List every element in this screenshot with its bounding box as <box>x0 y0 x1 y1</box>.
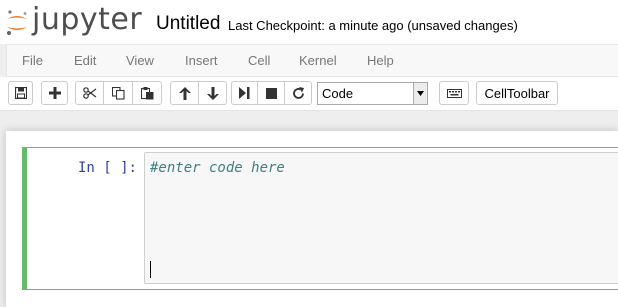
keyboard-icon <box>446 88 462 98</box>
menu-kernel[interactable]: Kernel <box>299 53 337 68</box>
save-icon <box>14 87 27 99</box>
cell-type-select[interactable]: Code <box>317 82 428 105</box>
arrow-down-icon <box>206 86 219 100</box>
refresh-icon <box>292 86 304 99</box>
menu-edit[interactable]: Edit <box>74 53 96 68</box>
code-cell[interactable]: In [ ]: #enter code here <box>22 147 618 290</box>
text-cursor <box>150 261 151 278</box>
menu-cell[interactable]: Cell <box>248 53 270 68</box>
copy-button[interactable] <box>103 81 133 105</box>
step-forward-icon <box>239 87 250 99</box>
header: jupyter Untitled Last Checkpoint: a minu… <box>0 0 618 44</box>
checkpoint-status: Last Checkpoint: a minute ago (unsaved c… <box>228 18 518 33</box>
chevron-down-icon <box>413 83 427 104</box>
stop-icon <box>265 87 277 99</box>
move-up-button[interactable] <box>170 81 199 105</box>
code-line: #enter code here <box>150 160 285 176</box>
cut-icon <box>82 87 96 99</box>
notebook-title[interactable]: Untitled <box>156 13 220 35</box>
menu-insert[interactable]: Insert <box>185 53 218 68</box>
input-prompt: In [ ]: <box>77 160 137 176</box>
jupyter-logo-icon <box>7 10 27 35</box>
menu-view[interactable]: View <box>126 53 154 68</box>
logo-text: jupyter <box>32 2 143 37</box>
toolbar: Code CellToolbar <box>0 77 618 111</box>
cell-type-value: Code <box>322 86 354 101</box>
paste-icon <box>140 86 153 99</box>
copy-icon <box>111 86 125 100</box>
celltoolbar-label: CellToolbar <box>484 85 550 101</box>
arrow-up-icon <box>178 86 191 100</box>
jupyter-logo[interactable]: jupyter <box>6 2 143 40</box>
menu-help[interactable]: Help <box>367 53 394 68</box>
cut-button[interactable] <box>75 81 104 105</box>
insert-cell-button[interactable] <box>41 81 68 105</box>
save-button[interactable] <box>8 81 33 105</box>
code-editor[interactable]: #enter code here <box>144 152 618 284</box>
notebook-container: In [ ]: #enter code here <box>6 131 618 307</box>
celltoolbar-button[interactable]: CellToolbar <box>476 81 558 105</box>
restart-kernel-button[interactable] <box>284 81 312 105</box>
command-palette-button[interactable] <box>439 81 469 105</box>
menubar: File Edit View Insert Cell Kernel Help <box>6 44 618 77</box>
paste-button[interactable] <box>132 81 162 105</box>
run-cell-button[interactable] <box>231 81 258 105</box>
menu-file[interactable]: File <box>22 53 43 68</box>
plus-icon <box>48 87 61 99</box>
move-down-button[interactable] <box>198 81 227 105</box>
interrupt-kernel-button[interactable] <box>257 81 285 105</box>
